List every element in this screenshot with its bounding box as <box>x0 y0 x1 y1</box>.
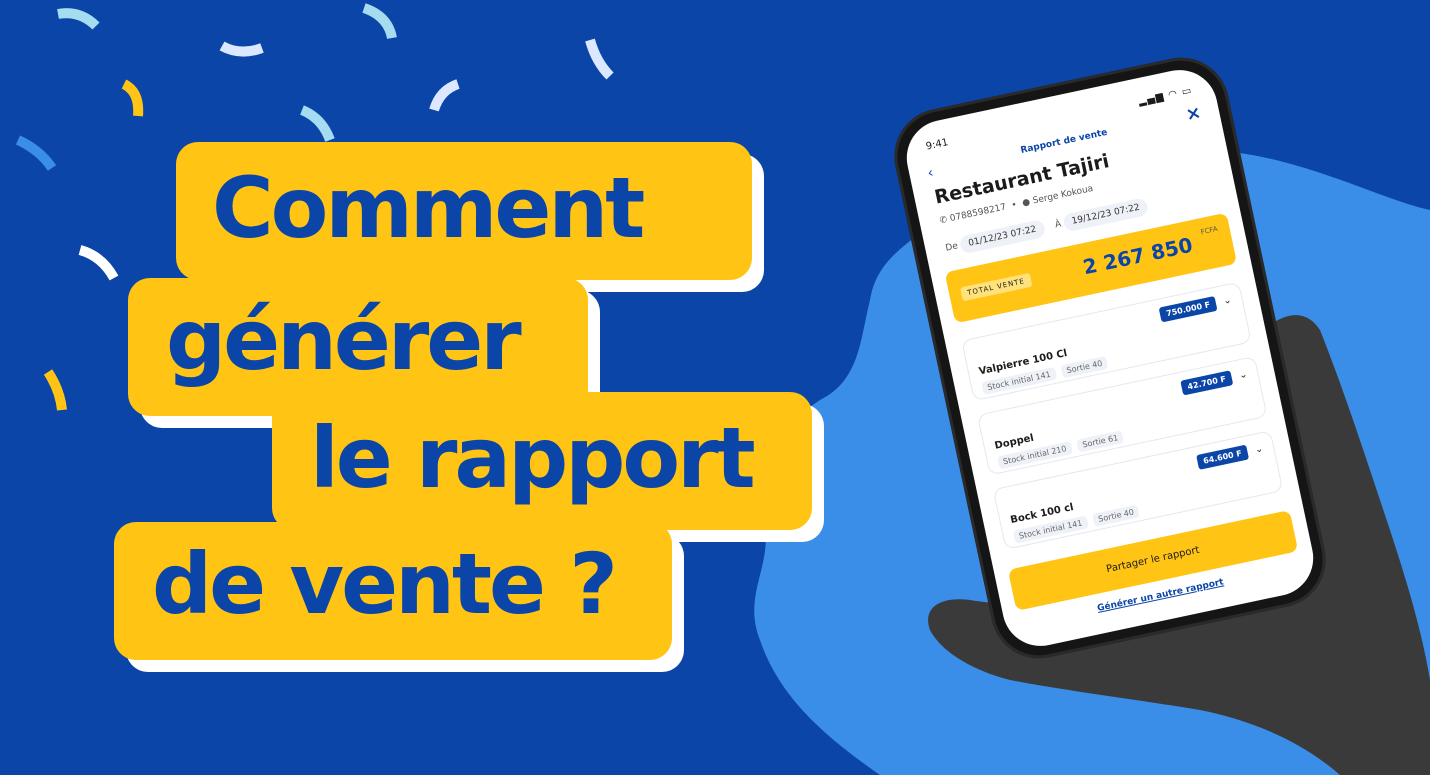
product-price: 42.700 F <box>1180 370 1234 396</box>
chevron-down-icon[interactable]: ⌄ <box>1238 369 1248 382</box>
total-label: TOTAL VENTE <box>960 272 1033 302</box>
status-time: 9:41 <box>924 137 950 153</box>
from-label: De <box>944 241 959 254</box>
headline-line-1: Comment <box>176 142 752 280</box>
banner: Comment générer le rapport de vente ? 9:… <box>0 0 1430 775</box>
to-date[interactable]: 19/12/23 07:22 <box>1062 197 1150 233</box>
store-phone: 0788598217 <box>949 202 1008 225</box>
total-value: 2 267 850 <box>1080 232 1195 280</box>
from-date[interactable]: 01/12/23 07:22 <box>958 219 1046 255</box>
to-label: À <box>1054 219 1063 231</box>
headline-line-4: de vente ? <box>114 522 672 660</box>
product-sortie: Sortie 40 <box>1092 504 1141 527</box>
close-icon[interactable]: × <box>1184 102 1203 126</box>
product-price: 750.000 F <box>1158 295 1218 323</box>
store-user: Serge Kokoua <box>1031 183 1095 207</box>
phone-icon: ✆ <box>938 214 949 227</box>
product-price: 64.600 F <box>1195 444 1250 470</box>
product-sortie: Sortie 61 <box>1076 430 1125 453</box>
total-currency: FCFA <box>1199 224 1219 237</box>
chevron-down-icon[interactable]: ⌄ <box>1222 295 1232 308</box>
user-icon: ● <box>1021 197 1032 209</box>
chevron-down-icon[interactable]: ⌄ <box>1254 443 1264 456</box>
headline-line-3: le rapport <box>272 392 812 530</box>
product-sortie: Sortie 40 <box>1060 355 1109 379</box>
